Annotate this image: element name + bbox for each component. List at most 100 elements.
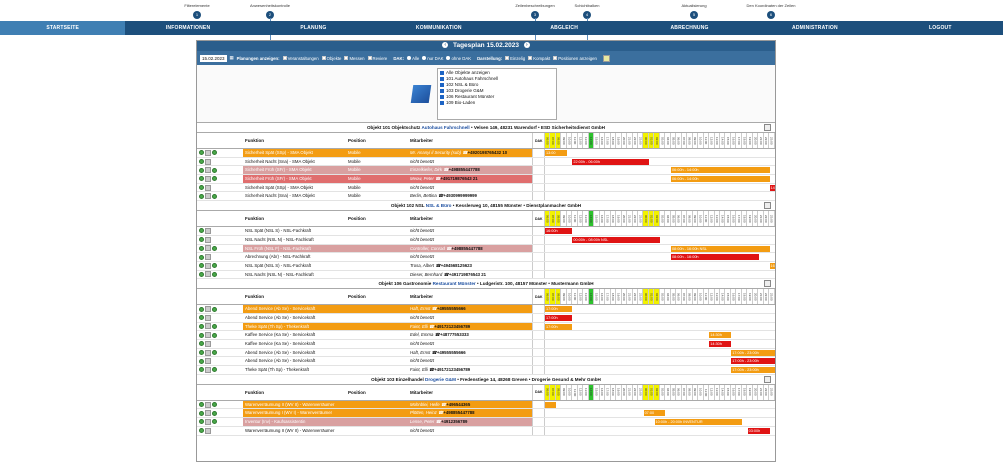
add-employee-icon[interactable] xyxy=(199,341,204,347)
status-icon[interactable] xyxy=(212,410,217,416)
confirm-icon[interactable] xyxy=(199,367,204,373)
prev-day-icon[interactable]: ‹ xyxy=(442,42,449,49)
mitarbeiter-cell[interactable]: Haft, Ernst ☎+49555555666 xyxy=(408,349,532,357)
nav-item[interactable]: STARTSEITE xyxy=(0,21,126,35)
shift-bar[interactable]: 17:00h - 23:00h xyxy=(731,358,775,365)
section-settings-icon[interactable] xyxy=(764,375,771,383)
confirm-icon[interactable] xyxy=(199,410,204,416)
status-icon[interactable] xyxy=(212,245,217,251)
person-icon[interactable] xyxy=(205,401,211,408)
planungen-option[interactable]: Messen xyxy=(344,56,365,61)
shift-bar[interactable]: 16:00h xyxy=(545,228,573,235)
person-icon[interactable] xyxy=(205,271,211,278)
mitarbeiter-cell[interactable]: Mr. Ananyi il Security (sub) ☎+492019876… xyxy=(408,149,532,157)
person-icon[interactable] xyxy=(205,262,211,269)
person-icon[interactable] xyxy=(205,332,211,339)
confirm-icon[interactable] xyxy=(199,350,204,356)
confirm-icon[interactable] xyxy=(199,193,204,199)
nav-item[interactable]: LOGOUT xyxy=(878,21,1003,35)
shift-bar[interactable]: 17:00h - 23:00h xyxy=(731,367,775,374)
add-employee-icon[interactable] xyxy=(199,358,204,364)
person-icon[interactable] xyxy=(205,323,211,330)
person-icon[interactable] xyxy=(205,349,211,356)
status-icon[interactable] xyxy=(212,332,217,338)
shift-bar[interactable]: 22:00h - 06:00h xyxy=(572,158,650,165)
object-list[interactable]: Alle Objekte anzeigen 101 Autohaus Fahrsc… xyxy=(437,68,557,120)
person-icon[interactable] xyxy=(205,418,211,425)
shift-bar[interactable]: 14:00h - 22:00h xyxy=(769,184,775,191)
mitarbeiter-cell[interactable]: Berlin, Bettina ☎+4930999999999 xyxy=(408,192,532,200)
confirm-icon[interactable] xyxy=(199,167,204,173)
mitarbeiter-cell[interactable]: Faint, Elli ☎+49172123456789 xyxy=(408,322,532,331)
status-icon[interactable] xyxy=(212,193,217,199)
mitarbeiter-cell[interactable]: Edel, Emma ☎+48777553333 xyxy=(408,331,532,339)
section-object-link[interactable]: Drogerie G&M xyxy=(425,377,456,382)
confirm-icon[interactable] xyxy=(199,245,204,251)
status-icon[interactable] xyxy=(212,176,217,182)
mitarbeiter-cell[interactable]: Faint, Elli ☎+49172123456789 xyxy=(408,366,532,374)
section-settings-icon[interactable] xyxy=(764,202,771,210)
radio[interactable] xyxy=(446,56,451,61)
add-employee-icon[interactable] xyxy=(199,315,204,321)
person-icon[interactable] xyxy=(205,193,211,200)
mitarbeiter-cell[interactable]: Lense, Peter ☎+4912356789 xyxy=(408,418,532,426)
person-icon[interactable] xyxy=(205,245,211,252)
nav-item[interactable]: PLANUNG xyxy=(251,21,376,35)
checkbox[interactable] xyxy=(282,56,287,61)
person-icon[interactable] xyxy=(205,306,211,313)
section-settings-icon[interactable] xyxy=(764,280,771,288)
mitarbeiter-cell[interactable]: nicht besetzt xyxy=(408,314,532,322)
mitarbeiter-cell[interactable]: nicht besetzt xyxy=(408,357,532,365)
next-day-icon[interactable]: › xyxy=(523,42,530,49)
nav-item[interactable]: KOMMUNIKATION xyxy=(376,21,501,35)
add-employee-icon[interactable] xyxy=(199,428,204,434)
checkbox[interactable] xyxy=(321,56,326,61)
dak-option[interactable]: nur DAK xyxy=(422,56,443,61)
status-icon[interactable] xyxy=(212,306,217,312)
planungen-option[interactable]: Reviere xyxy=(367,56,387,61)
shift-bar[interactable]: 00:00h - 08:00h NSL xyxy=(572,236,660,243)
refresh-icon[interactable] xyxy=(602,54,610,62)
add-employee-icon[interactable] xyxy=(199,185,204,191)
confirm-icon[interactable] xyxy=(199,150,204,156)
shift-bar[interactable] xyxy=(545,401,556,408)
nav-item[interactable]: INFORMATIONEN xyxy=(125,21,250,35)
person-icon[interactable] xyxy=(205,175,211,182)
section-object-link[interactable]: Restaurant Münster xyxy=(433,281,476,286)
person-icon[interactable] xyxy=(205,149,211,156)
shift-bar[interactable]: 03:00h xyxy=(747,427,770,434)
dak-option[interactable]: ohne DAK xyxy=(446,56,471,61)
mitarbeiter-cell[interactable]: Dieser, Bernhard ☎+491719876543 21 xyxy=(408,271,532,279)
section-object-link[interactable]: Autohaus Fahrschnell xyxy=(421,125,469,130)
mitarbeiter-cell[interactable]: Einzelkiefer, Dirk ☎+498855447788 xyxy=(408,166,532,175)
shift-bar[interactable]: 06:00h - 14:00h xyxy=(670,167,770,174)
confirm-icon[interactable] xyxy=(199,306,204,312)
mitarbeiter-cell[interactable]: Trosa, Albert ☎+494568125623 xyxy=(408,262,532,270)
status-icon[interactable] xyxy=(212,350,217,356)
dak-option[interactable]: Alle xyxy=(407,56,419,61)
mitarbeiter-cell[interactable]: Plötten, Heinz ☎+498855447788 xyxy=(408,409,532,418)
person-icon[interactable] xyxy=(205,254,211,261)
add-employee-icon[interactable] xyxy=(199,159,204,165)
nav-item[interactable]: ABGLEICH xyxy=(502,21,627,35)
shift-bar[interactable]: 06:00h - 14:00h xyxy=(670,176,770,183)
mitarbeiter-cell[interactable]: nicht besetzt xyxy=(408,253,532,261)
status-icon[interactable] xyxy=(212,402,217,408)
section-object-link[interactable]: NSL & Büro xyxy=(426,203,452,208)
shift-bar[interactable]: 07:00 xyxy=(643,410,666,417)
shift-bar[interactable]: 17:00h xyxy=(545,323,573,330)
shift-bar[interactable]: 14:30h xyxy=(709,341,732,347)
shift-bar[interactable]: 14:30h xyxy=(709,332,732,339)
status-icon[interactable] xyxy=(212,167,217,173)
darstellung-option[interactable]: Einzelig xyxy=(505,56,525,61)
mitarbeiter-cell[interactable]: nicht besetzt xyxy=(408,427,532,435)
mitarbeiter-cell[interactable]: Controller, Conrad ☎+498855447788 xyxy=(408,244,532,253)
person-icon[interactable] xyxy=(205,366,211,373)
person-icon[interactable] xyxy=(205,340,211,347)
person-icon[interactable] xyxy=(205,184,211,191)
person-icon[interactable] xyxy=(205,358,211,365)
checkbox[interactable] xyxy=(440,88,444,93)
darstellung-option[interactable]: Kompakt xyxy=(528,56,550,61)
darstellung-option[interactable]: Positionen anzeigen xyxy=(553,56,597,61)
mitarbeiter-cell[interactable]: nicht besetzt xyxy=(408,184,532,192)
